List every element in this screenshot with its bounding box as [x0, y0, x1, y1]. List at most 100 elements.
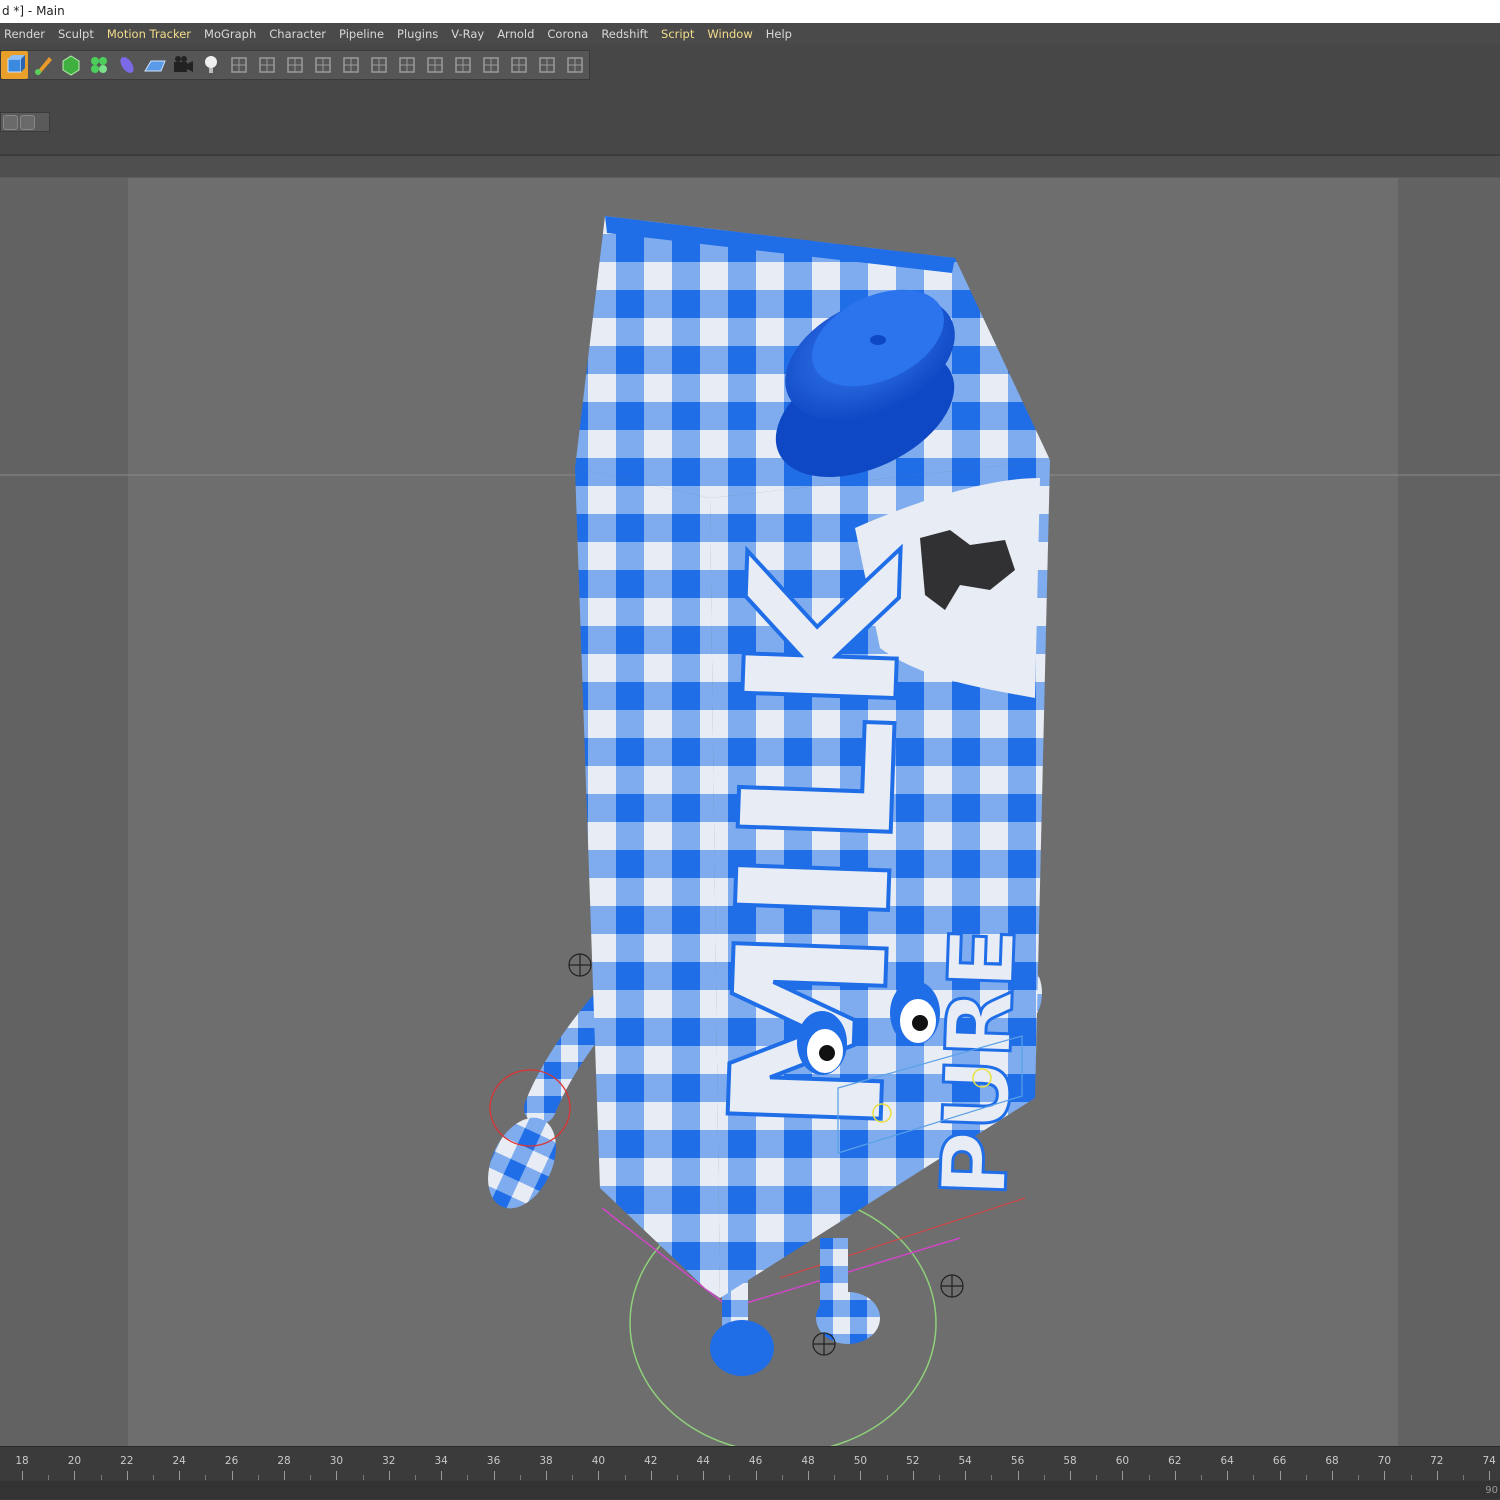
menu-plugins[interactable]: Plugins: [397, 27, 438, 41]
timeline-tick-minor: [1201, 1475, 1202, 1480]
timeline-tick-minor: [1463, 1475, 1464, 1480]
carton-sub-label: PURE: [921, 924, 1038, 1200]
extrude-icon[interactable]: [309, 51, 336, 79]
dots-grid-2-icon[interactable]: [533, 51, 560, 79]
timeline-tick-minor: [1043, 1475, 1045, 1480]
timeline-tick-label: 54: [958, 1455, 972, 1467]
symmetry-icon[interactable]: [253, 51, 280, 79]
deformer-icon[interactable]: [113, 51, 140, 79]
timeline-tick-major: [1384, 1471, 1386, 1480]
timeline-tick-major: [493, 1471, 495, 1480]
menu-window[interactable]: Window: [707, 27, 752, 41]
timeline-tick-minor: [1410, 1475, 1412, 1480]
timeline-tick-label: 40: [591, 1455, 606, 1467]
camera-icon[interactable]: [169, 51, 196, 79]
dots-grid-3-icon[interactable]: [561, 51, 588, 79]
timeline-tick-label: 26: [224, 1455, 239, 1467]
timeline-end-label: 90: [1485, 1485, 1498, 1496]
null-marker-bottom[interactable]: [812, 1332, 836, 1356]
timeline-tick-label: 22: [120, 1455, 134, 1467]
timeline-tick-major: [912, 1471, 914, 1480]
menu-sculpt[interactable]: Sculpt: [58, 27, 94, 41]
cube-icon[interactable]: [1, 51, 28, 79]
timeline-tick-minor: [362, 1475, 364, 1480]
view-mode-button-2[interactable]: [20, 114, 35, 130]
menu-script[interactable]: Script: [661, 27, 694, 41]
menu-v-ray[interactable]: V-Ray: [451, 27, 484, 41]
timeline-tick-label: 64: [1220, 1455, 1234, 1467]
menu-pipeline[interactable]: Pipeline: [339, 27, 384, 41]
timeline-tick-label: 44: [696, 1455, 710, 1467]
timeline-tick-major: [1489, 1471, 1491, 1480]
timeline-tick-minor: [886, 1475, 888, 1480]
weld-icon[interactable]: [393, 51, 420, 79]
timeline-tick-major: [546, 1471, 547, 1480]
timeline-tick-minor: [1096, 1475, 1098, 1480]
menu-corona[interactable]: Corona: [547, 27, 588, 41]
menu-character[interactable]: Character: [269, 27, 326, 41]
timeline-tick-minor: [1305, 1475, 1307, 1480]
timeline-tick-label: 42: [644, 1455, 658, 1467]
pen-icon[interactable]: [29, 51, 56, 79]
timeline-tick-label: 50: [853, 1455, 868, 1467]
timeline-tick-minor: [519, 1475, 521, 1480]
timeline-tick-major: [284, 1471, 285, 1480]
dots-grid-icon[interactable]: [505, 51, 532, 79]
scene-canvas[interactable]: MILK PURE: [0, 178, 1500, 1446]
timeline-tick-label: 32: [382, 1455, 396, 1467]
right-shoe: [816, 1292, 880, 1344]
null-marker-left[interactable]: [568, 953, 592, 977]
grid-array-icon[interactable]: [225, 51, 252, 79]
timeline-tick-label: 70: [1377, 1455, 1392, 1467]
menu-redshift[interactable]: Redshift: [601, 27, 648, 41]
mirror-icon[interactable]: [421, 51, 448, 79]
timeline-track[interactable]: [0, 1481, 1500, 1499]
tool-group: [0, 50, 590, 80]
left-hand: [488, 1117, 556, 1209]
knife-icon[interactable]: [337, 51, 364, 79]
timeline-tick-minor: [834, 1475, 836, 1480]
timeline-tick-major: [231, 1471, 233, 1480]
timeline-tick-major: [1332, 1471, 1333, 1480]
timeline-tick-minor: [1148, 1475, 1150, 1480]
timeline-tick-minor: [48, 1475, 50, 1480]
timeline-tick-major: [1227, 1471, 1229, 1480]
cloner-icon[interactable]: [85, 51, 112, 79]
menu-help[interactable]: Help: [766, 27, 792, 41]
timeline-tick-label: 68: [1325, 1455, 1339, 1467]
timeline-tick-major: [808, 1471, 809, 1480]
toolbar: [0, 44, 1500, 156]
viewport-3d[interactable]: MILK PURE: [0, 178, 1500, 1446]
timeline-tick-major: [1279, 1471, 1281, 1480]
timeline-tick-major: [126, 1471, 128, 1480]
timeline-tick-label: 62: [1168, 1455, 1182, 1467]
timeline-tick-label: 72: [1430, 1455, 1444, 1467]
timeline-tick-major: [179, 1471, 181, 1480]
timeline-tick-minor: [205, 1475, 207, 1480]
menu-mograph[interactable]: MoGraph: [204, 27, 256, 41]
timeline-tick-label: 46: [748, 1455, 763, 1467]
boole-icon[interactable]: [449, 51, 476, 79]
timeline[interactable]: 18 20 22 24 26 28 30 32 34 36 38 40 42 44 46 48 50 52 54 56…: [0, 1446, 1500, 1500]
timeline-tick-minor: [939, 1475, 940, 1480]
subdivision-icon[interactable]: [57, 51, 84, 79]
floor-icon[interactable]: [141, 51, 168, 79]
bridge-icon[interactable]: [365, 51, 392, 79]
timeline-tick-minor: [781, 1475, 783, 1480]
timeline-tick-minor: [729, 1475, 731, 1480]
timeline-tick-minor: [1253, 1475, 1255, 1480]
timeline-tick-minor: [100, 1475, 102, 1480]
timeline-tick-major: [755, 1471, 757, 1480]
connect-icon[interactable]: [477, 51, 504, 79]
menu-arnold[interactable]: Arnold: [497, 27, 534, 41]
bevel-icon[interactable]: [281, 51, 308, 79]
menu-render[interactable]: Render: [4, 27, 45, 41]
timeline-tick-label: 34: [434, 1455, 448, 1467]
light-icon[interactable]: [197, 51, 224, 79]
null-marker-right[interactable]: [940, 1274, 964, 1298]
timeline-tick-major: [860, 1471, 862, 1480]
timeline-tick-major: [1436, 1471, 1438, 1480]
view-mode-button-1[interactable]: [3, 114, 18, 130]
menu-motion-tracker[interactable]: Motion Tracker: [107, 27, 191, 41]
timeline-tick-label: 66: [1272, 1455, 1287, 1467]
